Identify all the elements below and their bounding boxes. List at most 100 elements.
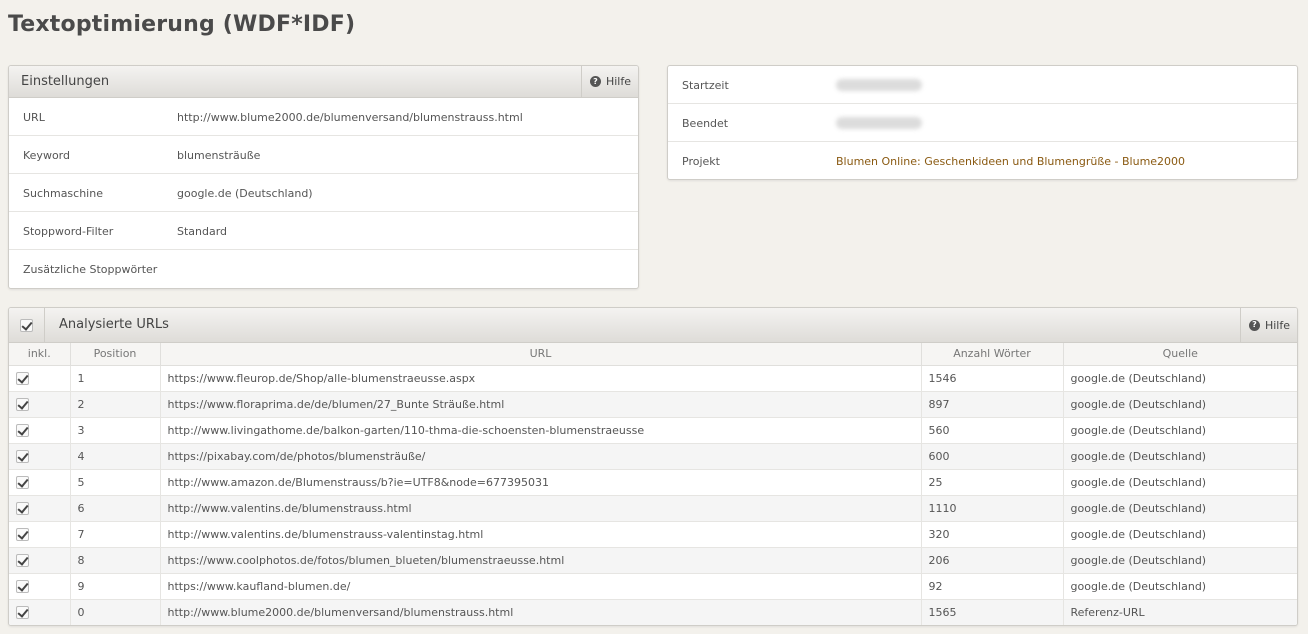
page-title: Textoptimierung (WDF*IDF) bbox=[8, 12, 356, 37]
info-row-start-time: Startzeit bbox=[668, 66, 1297, 104]
redacted-value bbox=[836, 117, 922, 129]
position-cell: 5 bbox=[70, 469, 161, 496]
settings-value: Standard bbox=[177, 225, 228, 238]
settings-panel-title: Einstellungen bbox=[21, 74, 110, 89]
analyzed-urls-panel: Analysierte URLs ? Hilfe inkl. Position … bbox=[8, 307, 1298, 626]
analyzed-help-button[interactable]: ? Hilfe bbox=[1239, 308, 1297, 342]
include-checkbox[interactable] bbox=[16, 397, 29, 411]
position-cell: 8 bbox=[70, 547, 161, 574]
include-checkbox[interactable] bbox=[16, 527, 29, 541]
settings-key: Suchmaschine bbox=[23, 187, 103, 200]
table-row: 4 https://pixabay.com/de/photos/blumenstr… bbox=[9, 443, 1297, 470]
include-checkbox[interactable] bbox=[16, 475, 29, 489]
word-count-cell: 560 bbox=[921, 417, 1064, 444]
help-icon: ? bbox=[1248, 319, 1260, 331]
include-checkbox[interactable] bbox=[16, 501, 29, 515]
position-cell: 0 bbox=[70, 599, 161, 625]
settings-help-button[interactable]: ? Hilfe bbox=[580, 66, 638, 97]
help-icon: ? bbox=[589, 76, 601, 87]
position-cell: 1 bbox=[70, 365, 161, 392]
url-cell: http://www.valentins.de/blumenstrauss.ht… bbox=[160, 495, 922, 522]
position-cell: 9 bbox=[70, 573, 161, 600]
word-count-cell: 1565 bbox=[921, 599, 1064, 625]
table-row: 2 https://www.floraprima.de/de/blumen/27_… bbox=[9, 391, 1297, 418]
col-header-url[interactable]: URL bbox=[160, 343, 922, 366]
word-count-cell: 1546 bbox=[921, 365, 1064, 392]
url-cell: http://www.blume2000.de/blumenversand/bl… bbox=[160, 599, 922, 625]
include-checkbox[interactable] bbox=[16, 605, 29, 619]
settings-key: URL bbox=[23, 111, 45, 124]
url-cell: http://www.valentins.de/blumenstrauss-va… bbox=[160, 521, 922, 548]
word-count-cell: 206 bbox=[921, 547, 1064, 574]
include-checkbox[interactable] bbox=[16, 423, 29, 437]
source-cell: google.de (Deutschland) bbox=[1063, 469, 1297, 496]
include-cell[interactable] bbox=[9, 495, 71, 522]
include-cell[interactable] bbox=[9, 547, 71, 574]
table-row: 5 http://www.amazon.de/Blumenstrauss/b?ie… bbox=[9, 469, 1297, 496]
url-cell: https://www.floraprima.de/de/blumen/27_B… bbox=[160, 391, 922, 418]
settings-panel: Einstellungen ? Hilfe URL http://www.blu… bbox=[8, 65, 639, 289]
source-cell: google.de (Deutschland) bbox=[1063, 521, 1297, 548]
position-cell: 7 bbox=[70, 521, 161, 548]
word-count-cell: 92 bbox=[921, 573, 1064, 600]
include-checkbox[interactable] bbox=[16, 579, 29, 593]
url-cell: https://pixabay.com/de/photos/blumensträ… bbox=[160, 443, 922, 470]
table-header-row: inkl. Position URL Anzahl Wörter Quelle bbox=[9, 343, 1297, 366]
col-header-included[interactable]: inkl. bbox=[9, 343, 71, 366]
word-count-cell: 897 bbox=[921, 391, 1064, 418]
info-row-project: Projekt Blumen Online: Geschenkideen und… bbox=[668, 142, 1297, 179]
project-link[interactable]: Blumen Online: Geschenkideen und Blumeng… bbox=[836, 155, 1185, 168]
redacted-value bbox=[836, 79, 922, 91]
source-cell: google.de (Deutschland) bbox=[1063, 547, 1297, 574]
settings-row-keyword: Keyword blumensträuße bbox=[9, 136, 638, 174]
table-row: 8 https://www.coolphotos.de/fotos/blumen_… bbox=[9, 547, 1297, 574]
info-key: Beendet bbox=[682, 117, 729, 130]
col-header-word-count[interactable]: Anzahl Wörter bbox=[921, 343, 1064, 366]
position-cell: 6 bbox=[70, 495, 161, 522]
position-cell: 4 bbox=[70, 443, 161, 470]
url-cell: https://www.coolphotos.de/fotos/blumen_b… bbox=[160, 547, 922, 574]
select-all-checkbox[interactable] bbox=[20, 318, 33, 332]
info-key: Projekt bbox=[682, 155, 720, 168]
include-cell[interactable] bbox=[9, 417, 71, 444]
table-row: 9 https://www.kaufland-blumen.de/92 google… bbox=[9, 573, 1297, 600]
col-header-position[interactable]: Position bbox=[70, 343, 161, 366]
info-panel: Startzeit Beendet Projekt Blumen Online:… bbox=[667, 65, 1298, 180]
settings-value: http://www.blume2000.de/blumenversand/bl… bbox=[177, 111, 523, 124]
col-header-source[interactable]: Quelle bbox=[1063, 343, 1297, 366]
include-cell[interactable] bbox=[9, 573, 71, 600]
word-count-cell: 600 bbox=[921, 443, 1064, 470]
word-count-cell: 1110 bbox=[921, 495, 1064, 522]
include-checkbox[interactable] bbox=[16, 449, 29, 463]
source-cell: google.de (Deutschland) bbox=[1063, 573, 1297, 600]
finished-value bbox=[836, 117, 922, 132]
settings-value: google.de (Deutschland) bbox=[177, 187, 313, 200]
table-row: 7 http://www.valentins.de/blumenstrauss-v… bbox=[9, 521, 1297, 548]
select-all-checkbox-cell[interactable] bbox=[9, 308, 45, 342]
analyzed-urls-table: inkl. Position URL Anzahl Wörter Quelle … bbox=[9, 343, 1297, 625]
include-cell[interactable] bbox=[9, 521, 71, 548]
settings-key: Stoppword-Filter bbox=[23, 225, 114, 238]
settings-value: blumensträuße bbox=[177, 149, 261, 162]
settings-row-url: URL http://www.blume2000.de/blumenversan… bbox=[9, 98, 638, 136]
settings-row-extra-stopwords: Zusätzliche Stoppwörter bbox=[9, 250, 638, 288]
include-cell[interactable] bbox=[9, 469, 71, 496]
include-cell[interactable] bbox=[9, 443, 71, 470]
help-label: Hilfe bbox=[605, 75, 631, 88]
include-cell[interactable] bbox=[9, 599, 71, 625]
source-cell: google.de (Deutschland) bbox=[1063, 443, 1297, 470]
source-cell: google.de (Deutschland) bbox=[1063, 391, 1297, 418]
help-label: Hilfe bbox=[1264, 318, 1290, 332]
settings-row-stopword-filter: Stoppword-Filter Standard bbox=[9, 212, 638, 250]
settings-key: Zusätzliche Stoppwörter bbox=[23, 263, 158, 276]
source-cell: google.de (Deutschland) bbox=[1063, 417, 1297, 444]
include-cell[interactable] bbox=[9, 365, 71, 392]
include-cell[interactable] bbox=[9, 391, 71, 418]
include-checkbox[interactable] bbox=[16, 553, 29, 567]
info-key: Startzeit bbox=[682, 79, 729, 92]
include-checkbox[interactable] bbox=[16, 371, 29, 385]
url-cell: https://www.kaufland-blumen.de/ bbox=[160, 573, 922, 600]
word-count-cell: 25 bbox=[921, 469, 1064, 496]
source-cell: Referenz-URL bbox=[1063, 599, 1297, 625]
url-cell: http://www.livingathome.de/balkon-garten… bbox=[160, 417, 922, 444]
